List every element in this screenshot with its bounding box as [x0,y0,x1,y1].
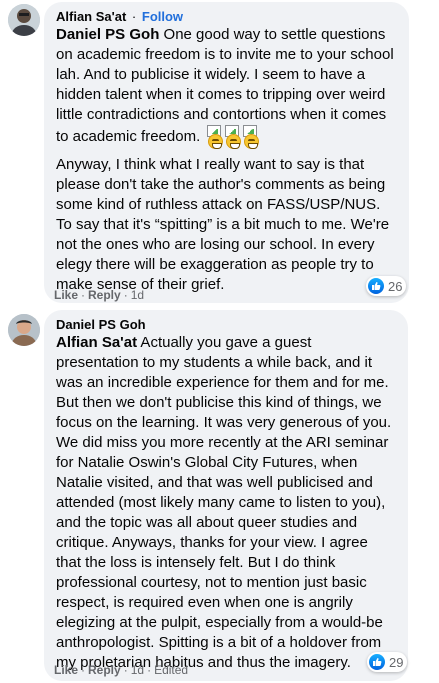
like-button[interactable]: Like [54,288,78,302]
like-reaction-icon [369,654,385,670]
edited-label[interactable]: Edited [154,663,188,677]
grinning-face-emoji-icon [207,125,224,149]
reaction-count-number: 29 [389,654,404,670]
like-reaction-icon [368,278,384,294]
grinning-face-emoji-icon [243,125,260,149]
separator-dot: · [147,663,152,677]
avatar[interactable] [8,4,40,36]
reply-button[interactable]: Reply [88,288,121,302]
comment-body: Actually you gave a guest presentation t… [56,334,392,671]
comment-actions: Like · Reply · 1d [54,287,144,303]
timestamp[interactable]: 1d [131,663,144,677]
comment-actions: Like · Reply · 1d · Edited [54,662,188,678]
comment-text-paragraph: Anyway, I think what I really want to sa… [56,156,390,293]
author-name[interactable]: Alfian Sa'at [56,9,126,24]
separator-dot: · [123,663,128,677]
reply-button[interactable]: Reply [88,663,121,677]
follow-button[interactable]: Follow [142,9,183,24]
mention-link[interactable]: Alfian Sa'at [56,334,137,351]
timestamp[interactable]: 1d [131,288,144,302]
separator-dot: · [123,288,128,302]
comment-text: Daniel PS Goh One good way to settle que… [56,25,397,149]
like-button[interactable]: Like [54,663,78,677]
separator-dot: · [81,663,86,677]
grinning-face-emoji-icon [225,125,242,149]
mention-link[interactable]: Daniel PS Goh [56,26,159,43]
reaction-count-number: 26 [388,278,403,294]
comment-bubble: Daniel PS Goh Alfian Sa'at Actually you … [44,310,408,681]
comment-bubble: Alfian Sa'at · Follow Daniel PS Goh One … [44,2,409,303]
reaction-count[interactable]: 26 [366,276,407,296]
avatar[interactable] [8,314,40,346]
author-name[interactable]: Daniel PS Goh [56,317,146,332]
separator-dot: · [81,288,86,302]
comment-author-line: Daniel PS Goh [56,316,396,333]
comment-author-line: Alfian Sa'at · Follow [56,8,397,25]
emoji-group [207,125,260,149]
comment-text: Alfian Sa'at Actually you gave a guest p… [56,333,396,673]
separator-dot: · [131,9,137,24]
reaction-count[interactable]: 29 [367,652,408,672]
